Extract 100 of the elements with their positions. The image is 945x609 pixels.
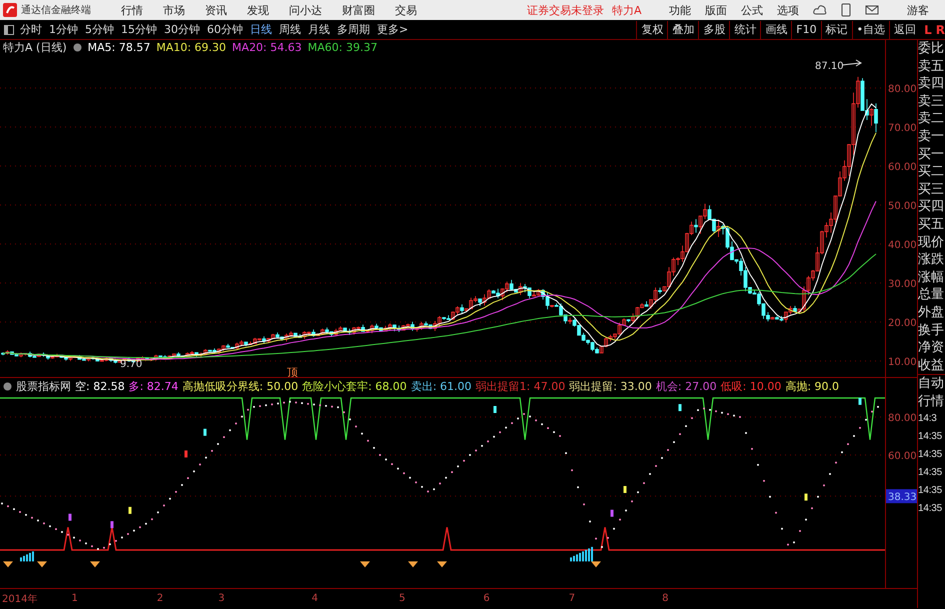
menu-item[interactable]: 行情 xyxy=(121,2,143,18)
signal-mark xyxy=(110,521,114,528)
menu-item[interactable]: 财富圈 xyxy=(342,2,375,18)
period-tab[interactable]: 日线 xyxy=(250,22,272,37)
toolbar-button[interactable]: 叠加 xyxy=(667,20,698,38)
low-price-label: 9.70 xyxy=(120,358,142,370)
signal-mark xyxy=(204,428,206,436)
period-tab[interactable]: 月线 xyxy=(308,22,330,37)
app-title: 通达信金融终端 xyxy=(21,4,91,17)
quote-field-label: 卖四 xyxy=(918,75,945,93)
trade-time: 14:35 xyxy=(918,502,944,516)
quote-field-label: 涨幅 xyxy=(918,268,945,286)
menu-item[interactable]: 资讯 xyxy=(205,2,227,18)
period-tab[interactable]: 15分钟 xyxy=(121,22,157,37)
arrow-icon xyxy=(842,59,862,66)
menu-item[interactable]: 交易 xyxy=(395,2,417,18)
indicator-value: 低吸: 10.00 xyxy=(720,378,782,394)
toolbar-button[interactable]: 标记 xyxy=(820,20,852,38)
sidebar-tab[interactable]: 行情 xyxy=(918,392,945,410)
menu-item[interactable]: 公式 xyxy=(741,2,763,18)
toolbar-button[interactable]: 多股 xyxy=(698,20,730,38)
date-axis-label: 8 xyxy=(662,593,668,604)
toolbar-button[interactable]: 统计 xyxy=(729,20,760,38)
price-axis-label: 60.00 xyxy=(888,162,917,173)
toolbar-button[interactable]: 复权 xyxy=(636,20,668,38)
triangle-marker xyxy=(3,561,13,568)
badge-label: R xyxy=(936,22,945,36)
quote-field-label: 卖二 xyxy=(918,110,945,128)
cloud-icon[interactable] xyxy=(813,4,827,16)
period-tab[interactable]: 更多> xyxy=(377,22,408,37)
ma-value: MA5: 78.57 xyxy=(88,41,150,54)
trade-time: 14:35 xyxy=(918,448,944,462)
quote-field-label: 买三 xyxy=(918,180,945,198)
settings-icon[interactable] xyxy=(3,382,12,390)
period-tab[interactable]: 多周期 xyxy=(337,22,370,37)
date-axis-label: 6 xyxy=(483,593,490,604)
triangle-marker xyxy=(360,561,370,568)
period-tab[interactable]: 60分钟 xyxy=(207,22,243,37)
menu-item[interactable]: 发现 xyxy=(247,2,269,18)
trade-time: 14:35 xyxy=(918,430,944,444)
quote-field-label: 买二 xyxy=(918,163,945,181)
quote-field-label: 买四 xyxy=(918,198,945,216)
date-axis-label: 1 xyxy=(71,593,78,604)
indicator-axis-label: 80.00 xyxy=(888,413,917,424)
toolbar-button[interactable]: 返回 xyxy=(889,20,920,38)
toolbar-button[interactable]: F10 xyxy=(791,20,821,38)
menu-item[interactable]: 功能 xyxy=(669,2,691,18)
histogram-bars xyxy=(570,546,593,562)
menu-item[interactable]: 选项 xyxy=(777,2,799,18)
badge-label: L xyxy=(924,22,932,36)
indicator-value: 高抛低吸分界线: 50.00 xyxy=(182,378,298,394)
phone-icon[interactable] xyxy=(841,3,851,17)
menu-item[interactable]: 问小达 xyxy=(289,2,322,18)
panel-toggle-icon[interactable] xyxy=(4,24,14,34)
date-axis-label: 2014年 xyxy=(2,592,38,606)
signal-mark xyxy=(804,494,808,501)
period-tab[interactable]: 30分钟 xyxy=(164,22,200,37)
mail-icon[interactable] xyxy=(865,5,879,15)
price-axis-label: 10.00 xyxy=(888,357,917,368)
period-tab[interactable]: 周线 xyxy=(279,22,301,37)
triangle-marker xyxy=(37,561,47,568)
triangle-marker xyxy=(437,561,447,568)
indicator-value: 危险小心套牢: 68.00 xyxy=(302,378,407,394)
chart-title: 特力A (日线) xyxy=(3,40,67,56)
price-axis-label: 80.00 xyxy=(888,84,917,95)
ma-value: MA10: 69.30 xyxy=(156,41,226,54)
high-price-label: 87.10 xyxy=(815,60,844,72)
sidebar-tab[interactable]: 自动 xyxy=(918,375,945,393)
period-tab[interactable]: 分时 xyxy=(20,22,42,37)
price-axis-label: 70.00 xyxy=(888,123,917,134)
quote-field-label: 卖一 xyxy=(918,128,945,146)
period-tab[interactable]: 5分钟 xyxy=(85,22,114,37)
ma-value: MA60: 39.37 xyxy=(308,41,378,54)
indicator-value: 空: 82.58 xyxy=(75,378,125,394)
quote-field-label: 卖三 xyxy=(918,92,945,110)
quote-field-label: 总量 xyxy=(918,286,945,304)
signal-mark xyxy=(68,514,72,521)
indicator-title: 股票指标网 xyxy=(16,378,71,394)
ma-value: MA20: 54.63 xyxy=(232,41,302,54)
indicator-axis-label: 60.00 xyxy=(888,451,917,462)
date-axis-label: 4 xyxy=(312,593,318,604)
quote-field-label: 买一 xyxy=(918,146,945,164)
signal-mark xyxy=(624,486,626,493)
quote-field-label: 换手 xyxy=(918,322,945,340)
quote-field-label: 净资 xyxy=(918,339,945,357)
toolbar-button[interactable]: 画线 xyxy=(760,20,792,38)
signal-mark xyxy=(858,398,862,405)
period-tab[interactable]: 1分钟 xyxy=(49,22,78,37)
quote-field-label: 收益 xyxy=(918,356,945,374)
quote-field-label: 委比 xyxy=(918,40,945,58)
signal-mark xyxy=(184,450,188,458)
user-label[interactable]: 游客 xyxy=(907,2,929,18)
indicator-value: 弱出提留1: 47.00 xyxy=(476,378,566,394)
login-status[interactable]: 证券交易未登录 xyxy=(527,2,604,18)
indicator-value: 卖出: 61.00 xyxy=(410,378,472,394)
settings-icon[interactable] xyxy=(72,43,82,52)
toolbar-button[interactable]: •自选 xyxy=(852,20,890,38)
triangle-marker xyxy=(408,561,418,568)
menu-item[interactable]: 版面 xyxy=(705,2,727,18)
menu-item[interactable]: 市场 xyxy=(163,2,185,18)
